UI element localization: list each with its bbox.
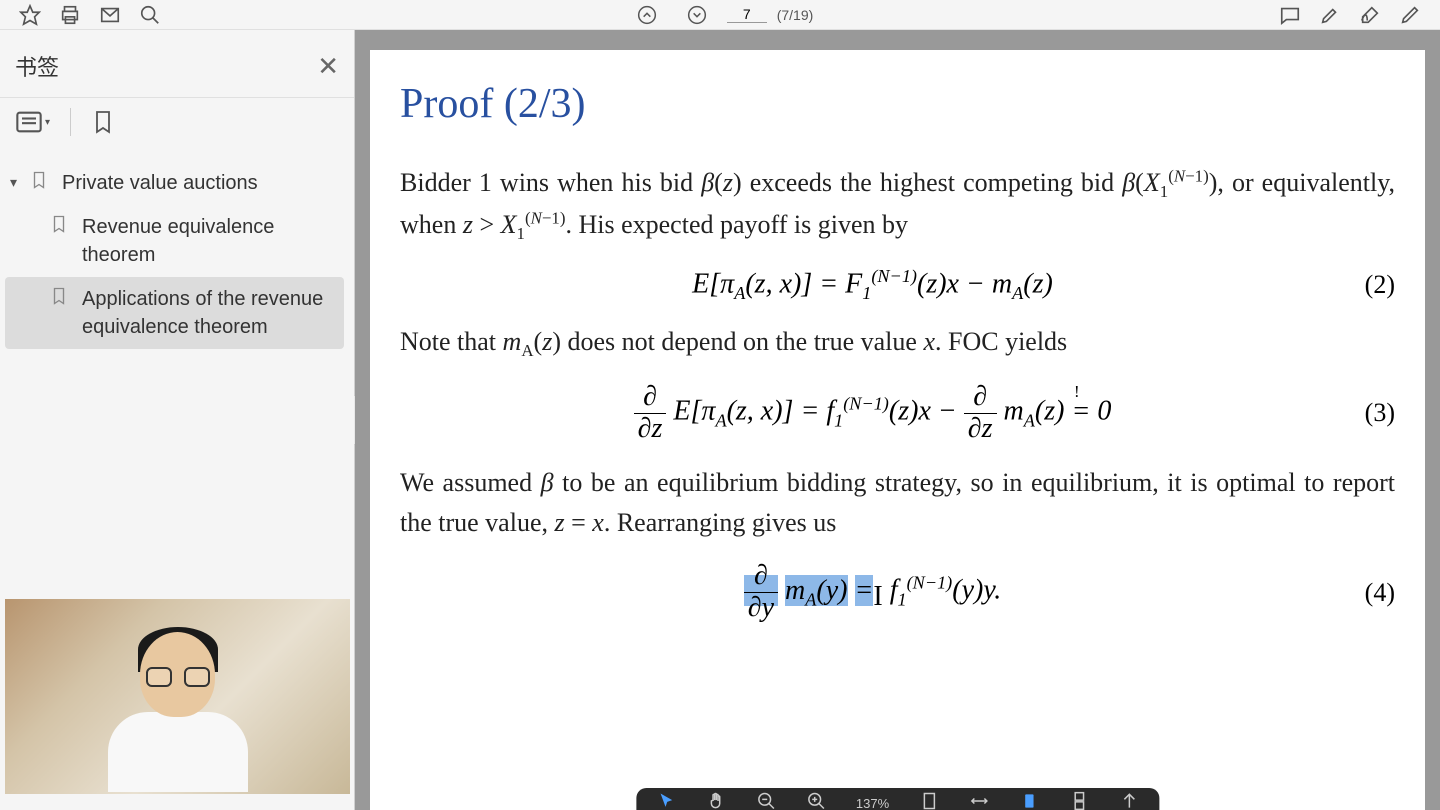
scroll-up-icon[interactable] [1119,791,1139,810]
add-bookmark-icon[interactable] [91,108,115,136]
equation-number: (2) [1345,270,1395,300]
mail-icon[interactable] [90,1,130,29]
paragraph-3: We assumed β to be an equilibrium biddin… [400,463,1395,544]
fit-page-icon[interactable] [919,791,939,810]
tree-child-item[interactable]: Revenue equivalence theorem [5,205,344,277]
cursor-icon[interactable] [656,791,676,810]
equation-number: (4) [1345,578,1395,608]
equation-2: E[πA(z, x)] = F1(N−1)(z)x − mA(z) (2) [400,266,1395,304]
search-icon[interactable] [130,1,170,29]
webcam-overlay [5,599,350,794]
top-toolbar: (7/19) [0,0,1440,30]
tree-item-label: Applications of the revenue equivalence … [82,285,339,341]
bookmark-icon [50,285,74,313]
bookmarks-sidebar: 书签 ✕ ▾ ▾ Private value auctions Revenue … [0,30,355,810]
outline-view-icon[interactable]: ▾ [15,108,50,136]
zoom-in-icon[interactable] [806,791,826,810]
page-total: (7/19) [777,7,814,23]
chevron-down-icon[interactable]: ▾ [10,174,30,191]
continuous-icon[interactable] [1069,791,1089,810]
page-number-input[interactable] [727,6,767,23]
zoom-level[interactable]: 137% [856,796,889,810]
star-icon[interactable] [10,1,50,29]
bookmark-icon [50,213,74,241]
sidebar-title: 书签 [15,50,59,82]
zoom-out-icon[interactable] [756,791,776,810]
pdf-page: Proof (2/3) Bidder 1 wins when his bid β… [370,50,1425,810]
equation-4: ∂∂y mA(y) =​I f1(N−1)(y)y. (4) [400,561,1395,624]
paragraph-1: Bidder 1 wins when his bid β(z) exceeds … [400,163,1395,248]
comment-icon[interactable] [1270,1,1310,29]
paragraph-2: Note that mA(z) does not depend on the t… [400,322,1395,364]
print-icon[interactable] [50,1,90,29]
edit-icon[interactable] [1390,1,1430,29]
document-viewport[interactable]: Proof (2/3) Bidder 1 wins when his bid β… [355,30,1440,810]
page-navigation: (7/19) [627,1,814,29]
bookmark-icon [30,169,54,197]
tree-parent-item[interactable]: ▾ Private value auctions [5,161,344,205]
bookmark-tree: ▾ Private value auctions Revenue equival… [0,156,354,354]
tree-item-label: Private value auctions [62,169,339,197]
single-page-icon[interactable] [1019,791,1039,810]
fit-width-icon[interactable] [969,791,989,810]
sign-icon[interactable] [1350,1,1390,29]
tree-child-item[interactable]: Applications of the revenue equivalence … [5,277,344,349]
page-up-icon[interactable] [627,1,667,29]
tree-item-label: Revenue equivalence theorem [82,213,339,269]
page-down-icon[interactable] [677,1,717,29]
hand-icon[interactable] [706,791,726,810]
highlight-icon[interactable] [1310,1,1350,29]
close-sidebar-button[interactable]: ✕ [317,53,339,79]
equation-3: ∂∂z E[πA(z, x)] = f1(N−1)(z)x − ∂∂z mA(z… [400,382,1395,445]
proof-heading: Proof (2/3) [400,80,1395,128]
floating-toolbar: 137% [636,788,1159,810]
equation-number: (3) [1345,398,1395,428]
